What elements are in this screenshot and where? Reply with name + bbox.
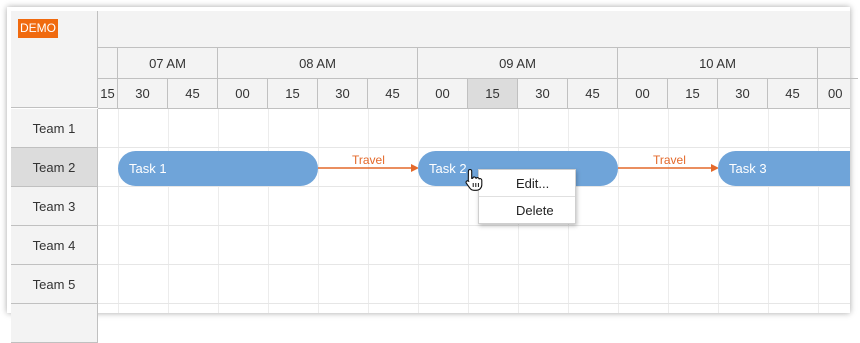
menu-item-delete[interactable]: Delete xyxy=(479,197,575,224)
hand-pointer-icon xyxy=(465,168,483,191)
task-1[interactable]: Task 1 xyxy=(118,151,318,186)
menu-item-edit[interactable]: Edit... xyxy=(479,170,575,197)
context-menu: Edit... Delete xyxy=(478,169,576,224)
link-label-travel[interactable]: Travel xyxy=(653,153,686,167)
link-label-travel[interactable]: Travel xyxy=(352,153,385,167)
task-3[interactable]: Task 3 xyxy=(718,151,850,186)
